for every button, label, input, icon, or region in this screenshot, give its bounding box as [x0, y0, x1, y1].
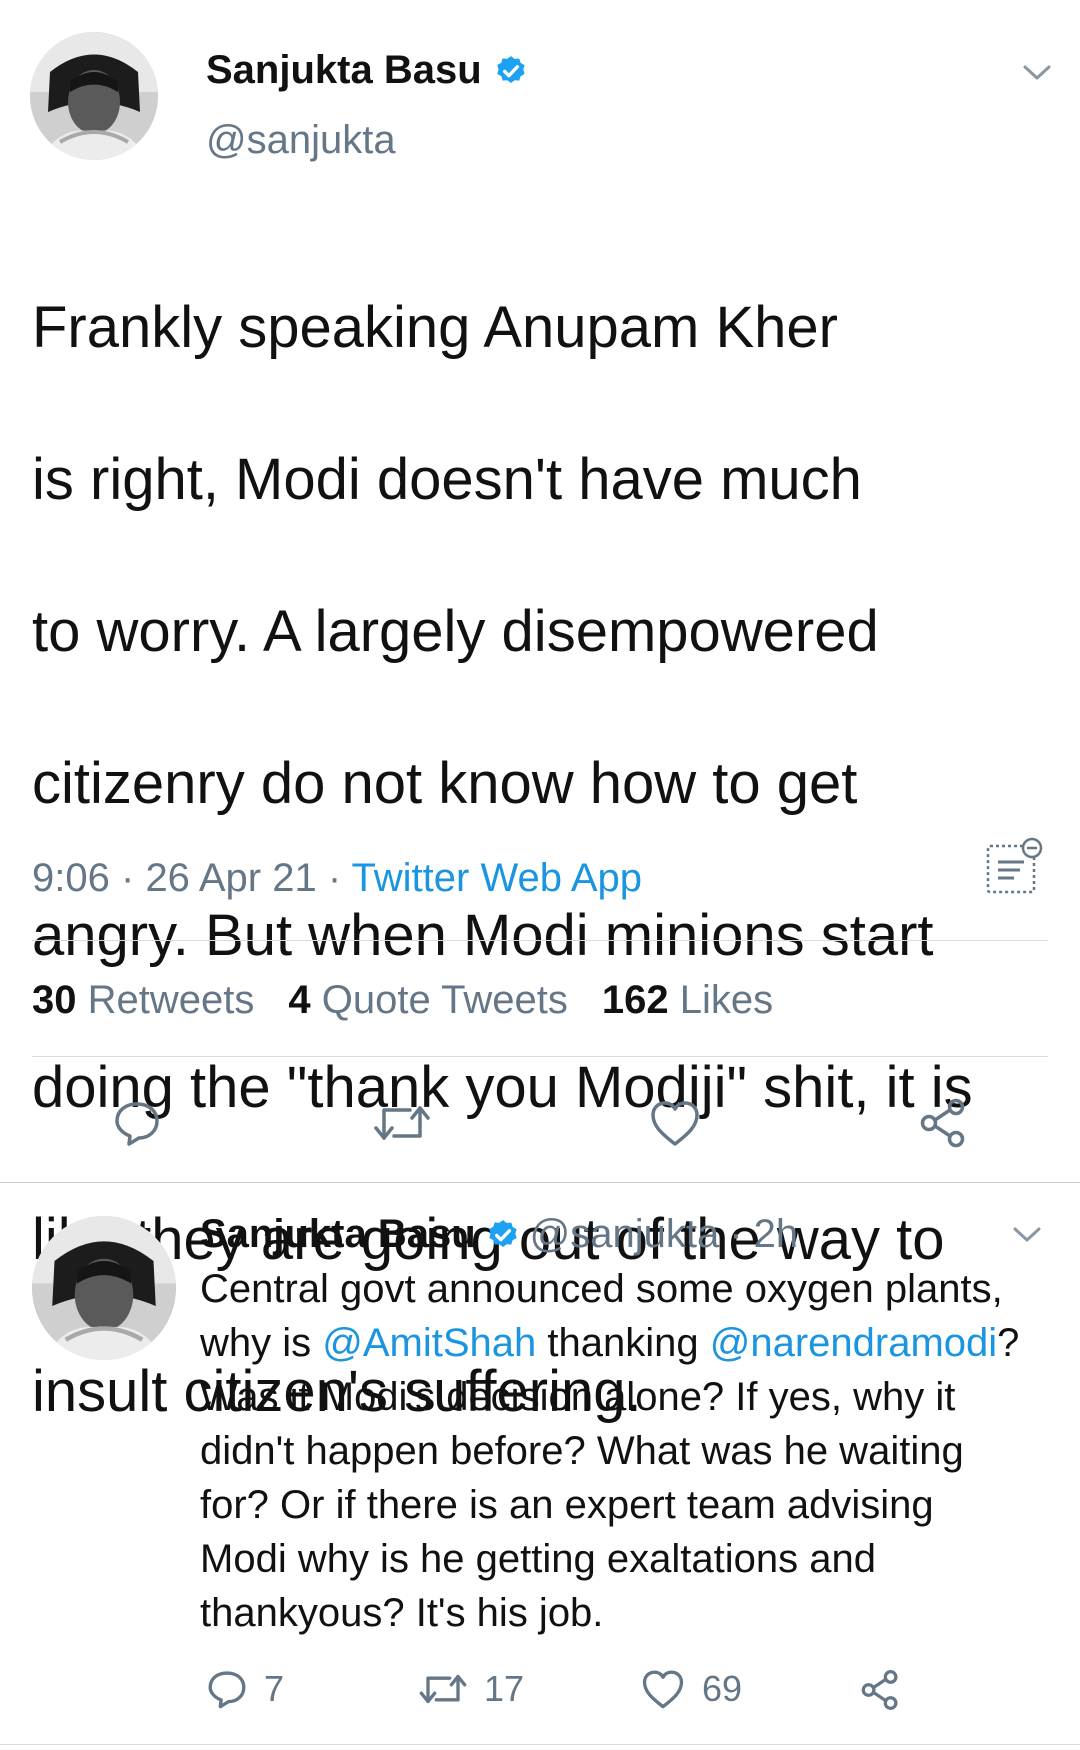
quotes-label: Quote Tweets	[321, 978, 568, 1022]
reply-share-button[interactable]	[858, 1668, 902, 1712]
chevron-down-icon[interactable]	[1022, 64, 1052, 82]
retweets-label: Retweets	[87, 978, 255, 1022]
share-icon	[861, 1670, 898, 1710]
retweet-count: 17	[484, 1668, 525, 1709]
reply-author-name[interactable]: Sanjukta Basu	[200, 1212, 476, 1257]
tweet-text-line: why is @AmitShah thanking @narendramodi?	[200, 1316, 1060, 1370]
reply-like-button[interactable]: 69	[640, 1668, 742, 1710]
reply-author-row[interactable]: Sanjukta Basu @sanjukta · 2h	[200, 1212, 798, 1257]
mention-link[interactable]: @narendramodi	[710, 1321, 997, 1365]
tweet-text-line: to worry. A largely disempowered	[32, 599, 879, 664]
like-count: 69	[702, 1668, 743, 1709]
likes-count: 162	[601, 978, 669, 1022]
tweet-text-line: for? Or if there is an expert team advis…	[200, 1483, 934, 1527]
divider	[32, 940, 1048, 941]
tweet-text-line: is right, Modi doesn't have much	[32, 447, 862, 512]
tweet-text-line: citizenry do not know how to get	[32, 751, 858, 816]
retweet-icon[interactable]	[372, 1100, 432, 1146]
tweet-date[interactable]: 26 Apr 21	[145, 856, 316, 900]
tweet-text-line: Central govt announced some oxygen plant…	[200, 1267, 1003, 1311]
main-author-handle[interactable]: @sanjukta	[206, 118, 396, 163]
text-fragment: ?	[997, 1321, 1020, 1365]
heart-icon[interactable]	[648, 1098, 702, 1148]
tweet-text-line: Modi why is he getting exaltations and	[200, 1537, 876, 1581]
meta-separator: ·	[327, 856, 342, 900]
tweet-detail-page: Sanjukta Basu @sanjukta Frankly speaking…	[0, 0, 1080, 1750]
heart-icon	[642, 1670, 684, 1709]
retweets-count: 30	[32, 978, 77, 1022]
retweets-stat[interactable]: 30 Retweets	[32, 978, 254, 1023]
likes-stat[interactable]: 162 Likes	[602, 978, 773, 1023]
main-author-name[interactable]: Sanjukta Basu	[206, 48, 482, 93]
retweet-icon	[419, 1674, 467, 1704]
tweet-text-line: angry. But when Modi minions start	[32, 903, 934, 968]
share-icon[interactable]	[916, 1096, 970, 1150]
reply-icon	[208, 1671, 246, 1709]
main-avatar[interactable]	[30, 32, 158, 160]
text-fragment: why is	[200, 1321, 323, 1365]
quotes-count: 4	[288, 978, 311, 1022]
verified-badge-icon	[488, 1219, 517, 1247]
meta-separator: ·	[120, 856, 135, 900]
reply-tweet-text: Central govt announced some oxygen plant…	[200, 1262, 1060, 1640]
reply-icon[interactable]	[112, 1098, 162, 1148]
reply-reply-button[interactable]: 7	[206, 1668, 284, 1710]
divider	[0, 1744, 1080, 1745]
analytics-icon[interactable]	[984, 836, 1046, 896]
reply-author-handle[interactable]: @sanjukta	[530, 1212, 720, 1257]
tweet-stats: 30 Retweets 4 Quote Tweets 162 Likes	[32, 978, 773, 1023]
text-fragment: thanking	[536, 1321, 710, 1365]
tweet-text-line: thankyous? It's his job.	[200, 1591, 604, 1635]
tweet-source-link[interactable]: Twitter Web App	[352, 856, 643, 900]
tweet-text-line: Frankly speaking Anupam Kher	[32, 295, 838, 360]
mention-link[interactable]: @AmitShah	[322, 1321, 536, 1365]
chevron-down-icon[interactable]	[1012, 1226, 1042, 1244]
tweet-meta: 9:06 · 26 Apr 21 · Twitter Web App	[32, 856, 642, 901]
tweet-time[interactable]: 9:06	[32, 856, 110, 900]
tweet-text-line: doing the "thank you Modiji" shit, it is	[32, 1055, 973, 1120]
divider	[0, 1182, 1080, 1183]
tweet-text-line: Was it Modi's decision alone? If yes, wh…	[200, 1375, 956, 1419]
reply-retweet-button[interactable]: 17	[418, 1668, 524, 1710]
reply-age[interactable]: · 2h	[729, 1212, 798, 1257]
main-author-name-row[interactable]: Sanjukta Basu	[206, 48, 528, 93]
quotes-stat[interactable]: 4 Quote Tweets	[288, 978, 567, 1023]
reply-avatar[interactable]	[32, 1216, 176, 1360]
reply-count: 7	[264, 1668, 285, 1709]
divider	[32, 1056, 1048, 1057]
verified-badge-icon	[496, 55, 525, 83]
tweet-text-line: didn't happen before? What was he waitin…	[200, 1429, 964, 1473]
likes-label: Likes	[679, 978, 774, 1022]
